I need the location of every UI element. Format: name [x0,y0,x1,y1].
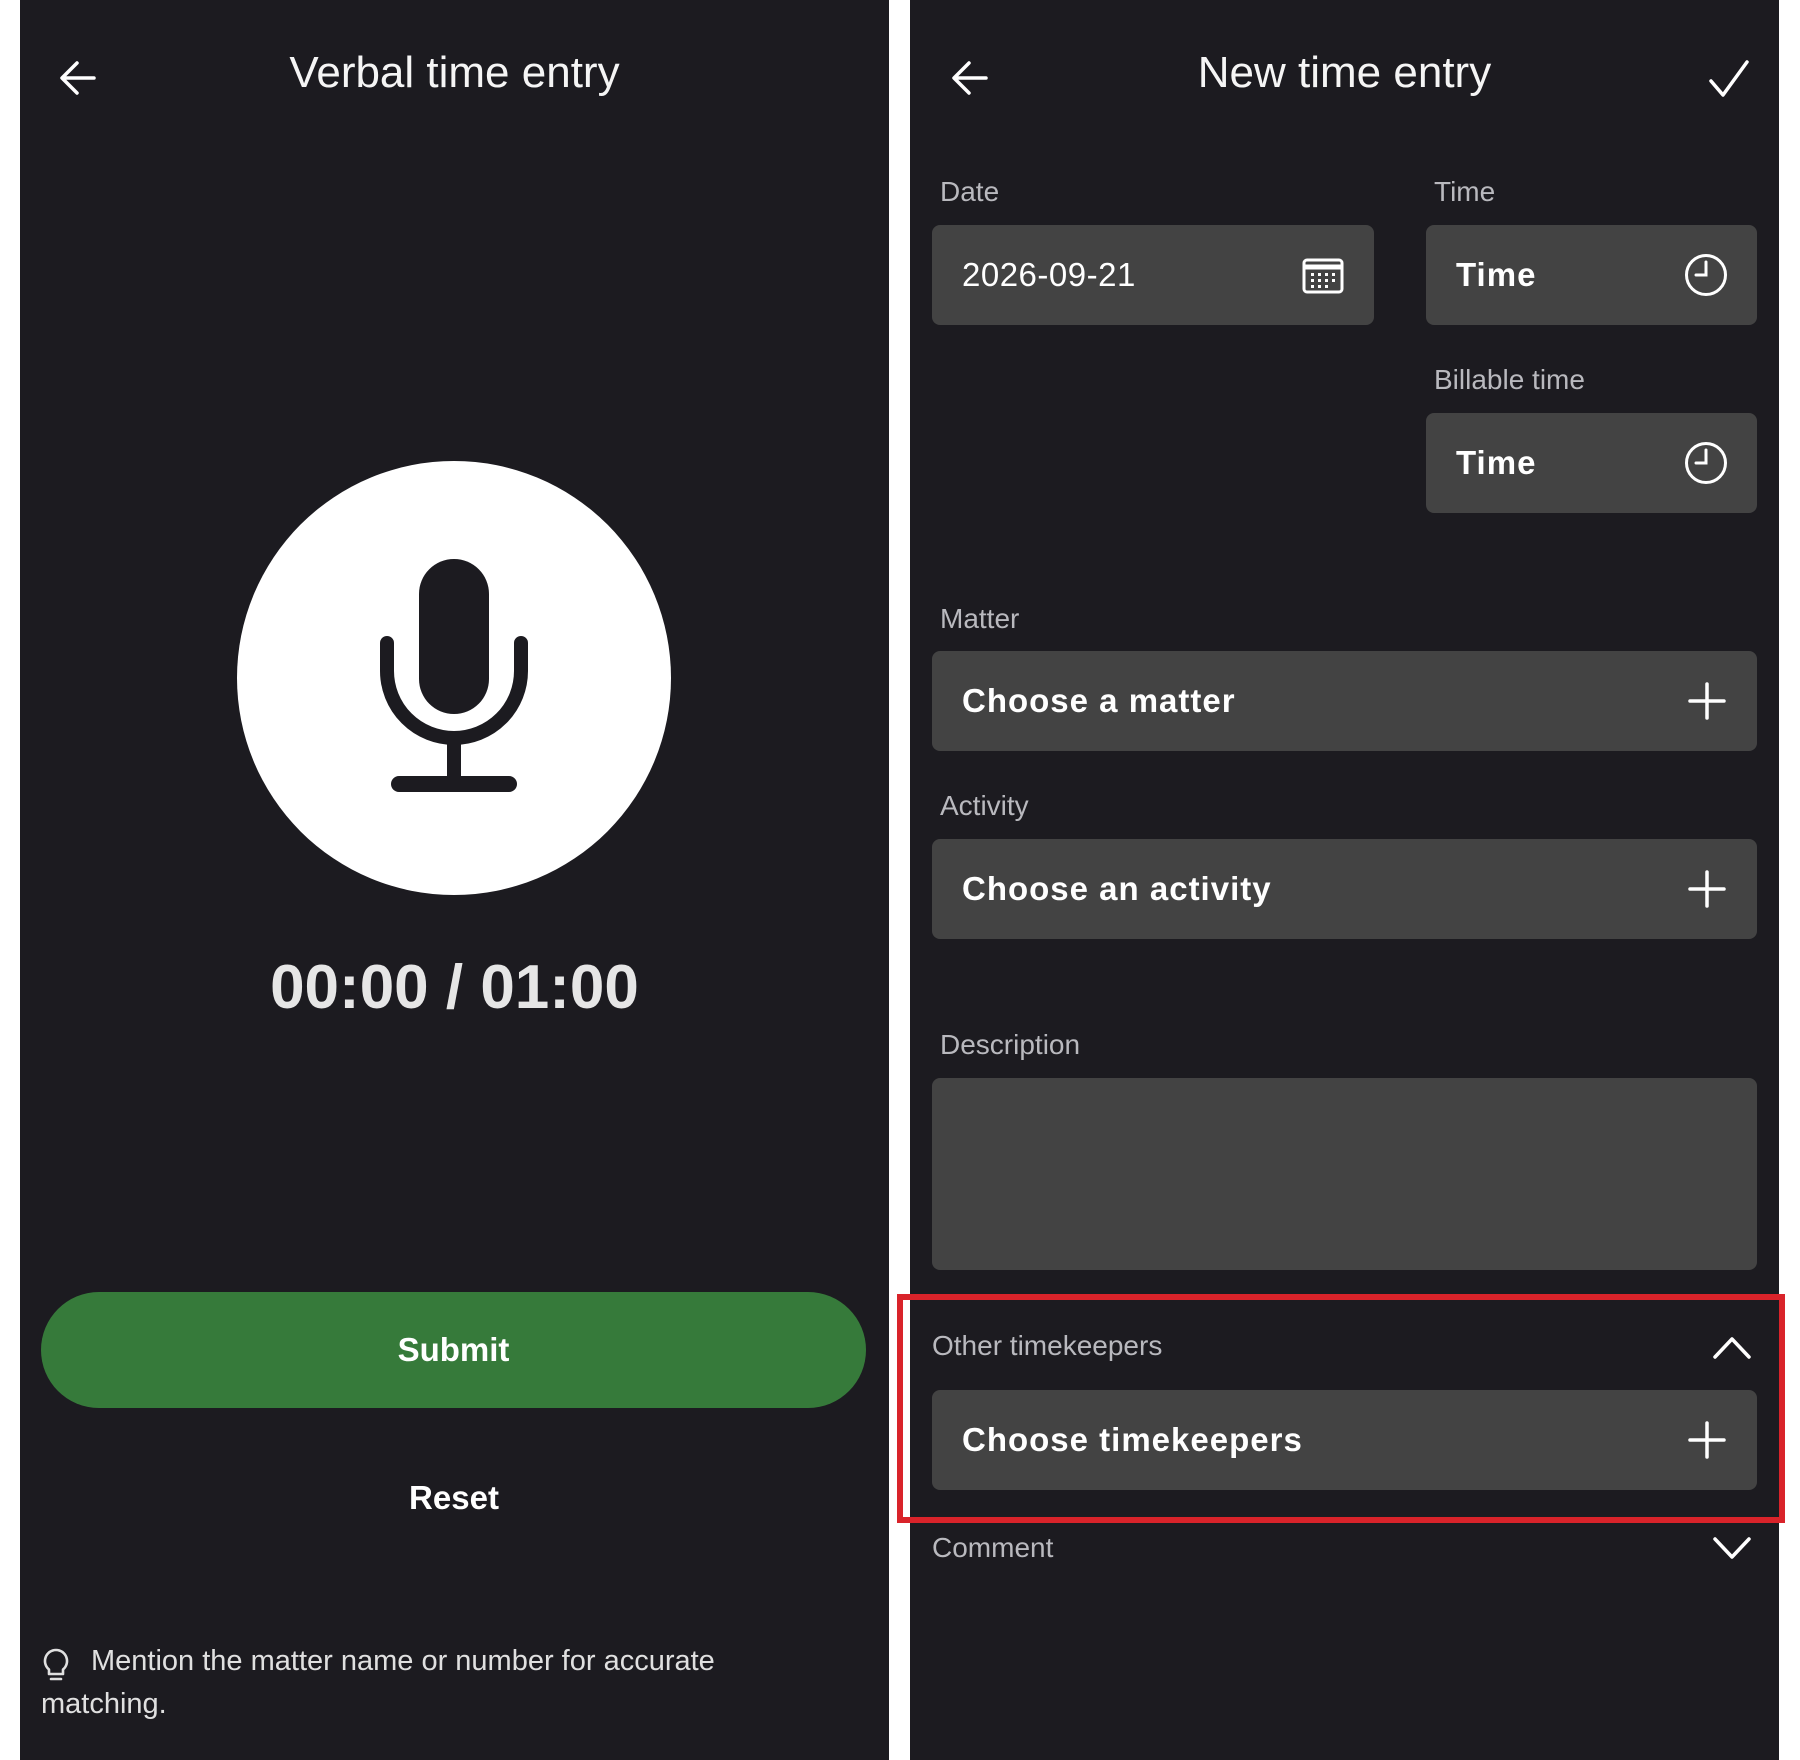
other-timekeepers-label: Other timekeepers [932,1330,1163,1361]
clock-icon [1684,441,1728,485]
billable-time-field[interactable]: Time [1426,413,1757,513]
time-field[interactable]: Time [1426,225,1757,325]
chevron-up-icon[interactable] [1712,1334,1752,1360]
check-icon[interactable] [1708,58,1750,100]
description-textarea[interactable] [932,1078,1757,1270]
date-field[interactable]: 2026-09-21 [932,225,1374,325]
activity-field[interactable]: Choose an activity [932,839,1757,939]
microphone-icon [377,556,531,796]
billable-time-label: Billable time [1434,364,1585,395]
timekeepers-field[interactable]: Choose timekeepers [932,1390,1757,1490]
calendar-icon [1302,255,1344,295]
billable-time-value: Time [1456,444,1537,481]
activity-label: Activity [940,790,1029,821]
date-value: 2026-09-21 [962,256,1136,293]
chevron-down-icon[interactable] [1712,1536,1752,1562]
record-button[interactable] [237,461,671,895]
description-label: Description [940,1029,1081,1060]
hint-text: Mention the matter name or number for ac… [41,1645,715,1720]
activity-value: Choose an activity [962,870,1272,907]
plus-icon [1688,682,1726,720]
timekeepers-value: Choose timekeepers [962,1421,1303,1458]
comment-label: Comment [932,1532,1054,1563]
matter-field[interactable]: Choose a matter [932,651,1757,751]
new-time-entry-screen: New time entry Date 2026-09-21 Time Time [910,0,1779,1760]
page-title: Verbal time entry [289,48,620,97]
verbal-time-entry-screen: Verbal time entry 00:00 / 01:00 Submit R… [20,0,889,1760]
matter-label: Matter [940,603,1020,634]
plus-icon [1688,1421,1726,1459]
time-label: Time [1434,176,1496,207]
reset-button[interactable]: Reset [354,1470,554,1526]
plus-icon [1688,870,1726,908]
recording-timer: 00:00 / 01:00 [270,953,639,1022]
matter-value: Choose a matter [962,682,1236,719]
page-title: New time entry [1197,48,1492,97]
time-value: Time [1456,256,1537,293]
date-label: Date [940,176,1000,207]
submit-button[interactable]: Submit [41,1292,866,1408]
clock-icon [1684,253,1728,297]
